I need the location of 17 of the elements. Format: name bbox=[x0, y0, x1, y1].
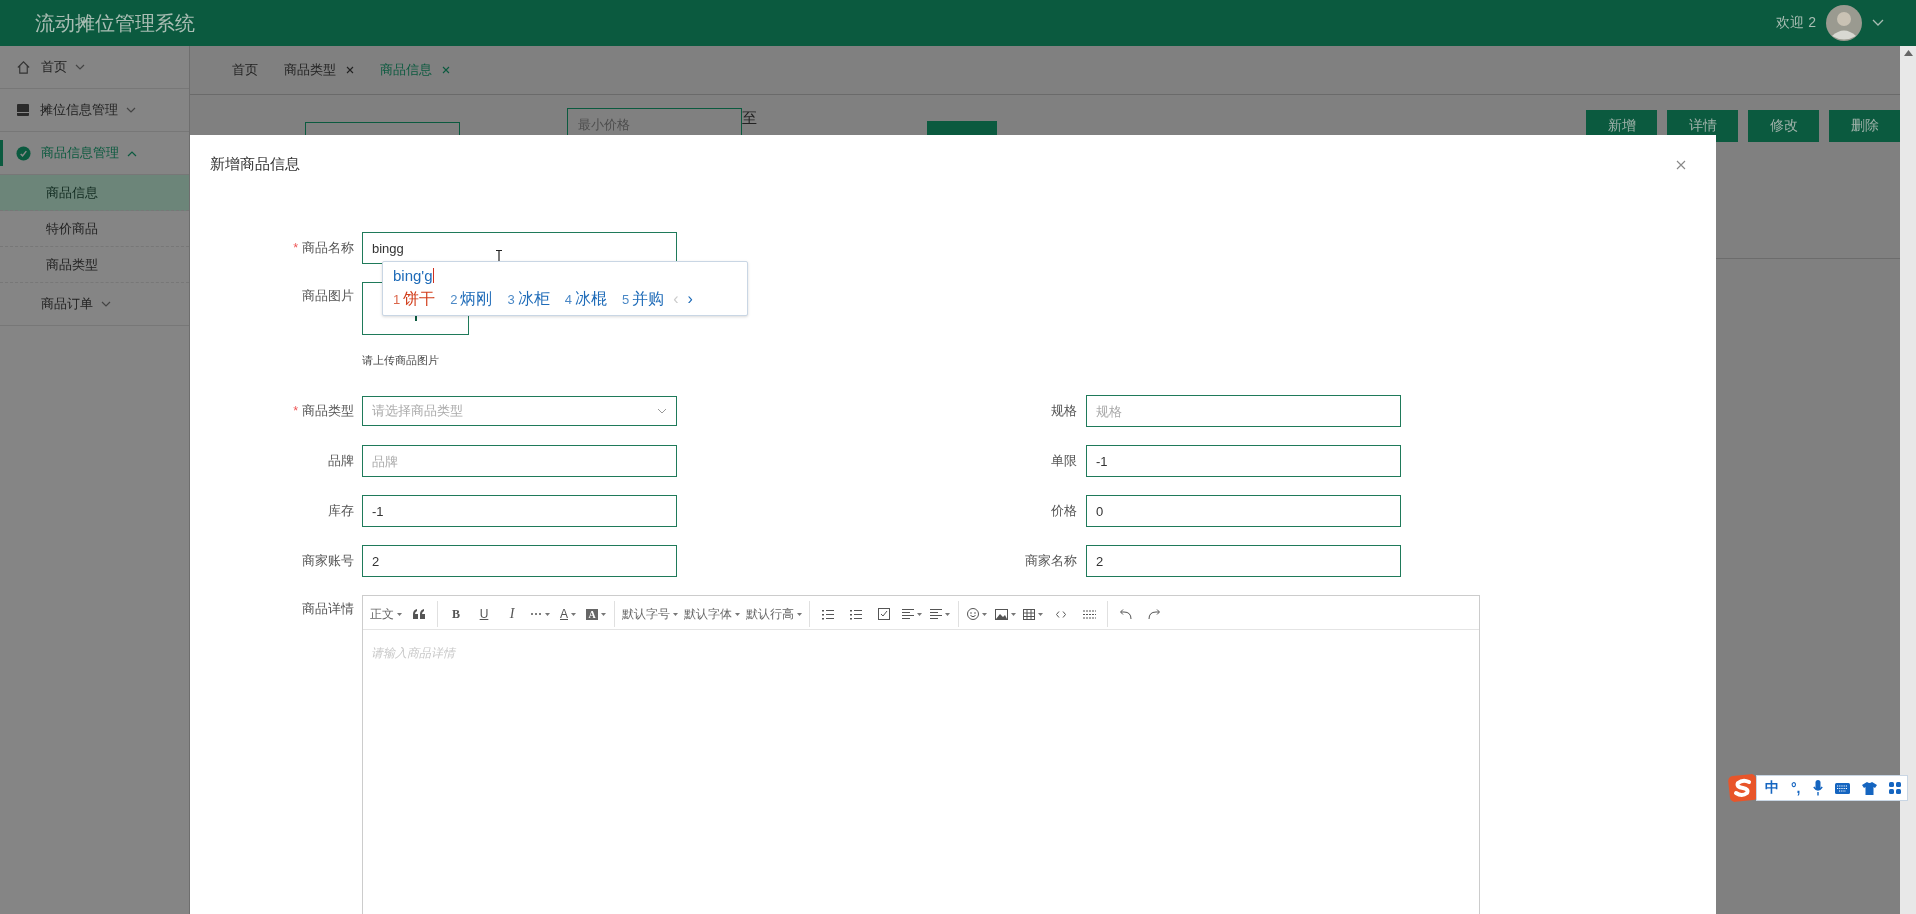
range-separator: 至 bbox=[742, 109, 757, 128]
field-label: 商家名称 bbox=[1024, 552, 1078, 570]
field-label: 库存 bbox=[327, 502, 355, 520]
field-label: 单限 bbox=[1050, 452, 1078, 470]
field-label: * 商品名称 bbox=[292, 239, 355, 257]
field-label: 商品图片 bbox=[301, 288, 355, 305]
upload-hint: 请上传商品图片 bbox=[362, 353, 440, 368]
dialog-title: 新增商品信息 bbox=[210, 155, 300, 174]
field-label: 商家账号 bbox=[301, 552, 355, 570]
field-label: 品牌 bbox=[327, 452, 355, 470]
field-label: 规格 bbox=[1050, 402, 1078, 420]
app-title: 流动摊位管理系统 bbox=[35, 10, 195, 36]
ime-composition: bing'g bbox=[393, 266, 433, 284]
field-label: 商品详情 bbox=[301, 601, 355, 618]
field-label: 价格 bbox=[1050, 502, 1078, 520]
field-label: * 商品类型 bbox=[292, 402, 355, 420]
welcome-text: 欢迎 2 bbox=[1776, 14, 1816, 32]
